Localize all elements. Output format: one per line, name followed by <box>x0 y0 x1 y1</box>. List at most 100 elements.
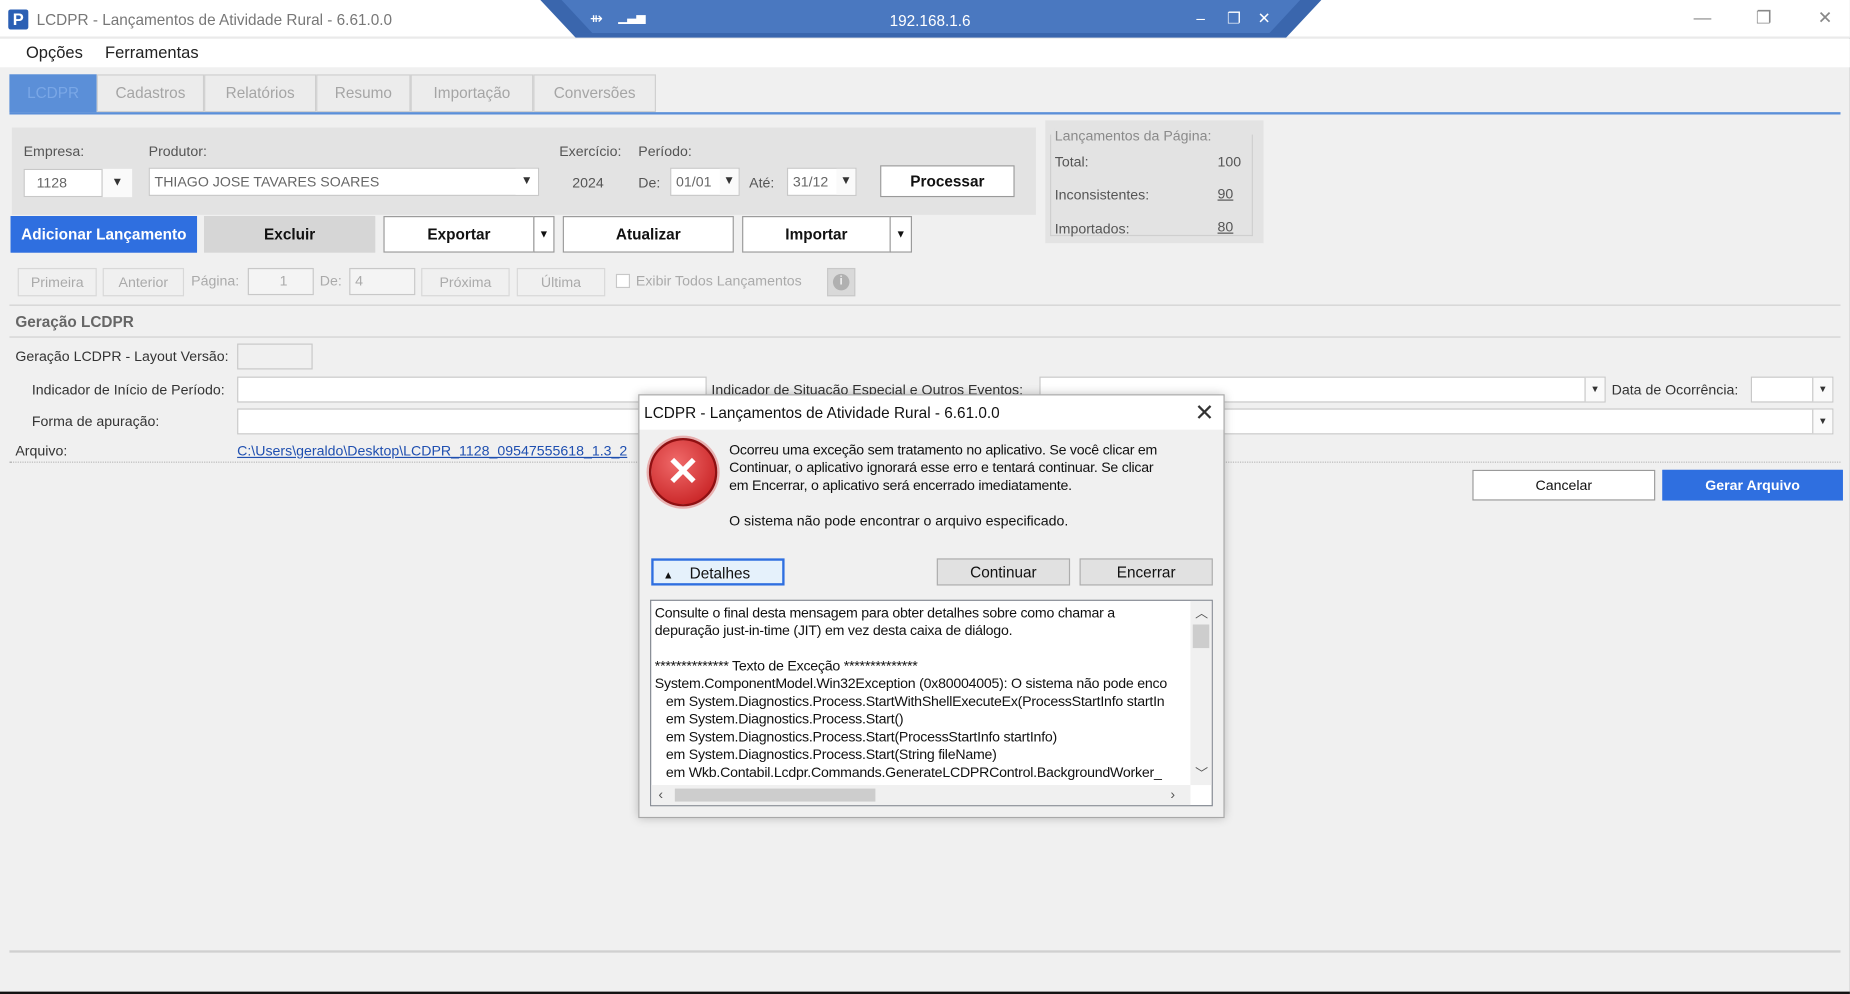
importados-label: Importados: <box>1054 220 1130 238</box>
close-icon[interactable]: ✕ <box>1807 6 1842 32</box>
app-logo-icon: P <box>8 9 29 30</box>
anterior-button[interactable]: Anterior <box>102 267 185 297</box>
indicador-inicio-label: Indicador de Início de Período: <box>31 381 225 398</box>
total-paginas-value: 4 <box>355 272 364 290</box>
scroll-right-icon[interactable]: › <box>1170 786 1175 803</box>
scroll-thumb[interactable] <box>1192 624 1210 649</box>
proxima-button[interactable]: Próxima <box>421 267 510 297</box>
exibir-todos-checkbox[interactable] <box>615 273 631 289</box>
vertical-scrollbar[interactable]: ︿ ﹀ <box>1190 600 1212 786</box>
tab-resumo[interactable]: Resumo <box>316 74 411 113</box>
pager-de-label: De: <box>319 272 342 290</box>
primeira-button[interactable]: Primeira <box>17 267 97 297</box>
continuar-button[interactable]: Continuar <box>936 558 1071 586</box>
produtor-select[interactable]: THIAGO JOSE TAVARES SOARES <box>148 167 540 196</box>
excluir-button[interactable]: Excluir <box>204 216 376 253</box>
cancelar-button[interactable]: Cancelar <box>1472 469 1656 501</box>
remote-restore-icon[interactable]: ❐ <box>1227 9 1241 28</box>
tab-relatorios[interactable]: Relatórios <box>204 74 317 113</box>
indicador-inicio-select[interactable] <box>237 376 707 403</box>
tab-lcdpr[interactable]: LCDPR <box>9 74 97 113</box>
dialog-title: LCDPR - Lançamentos de Atividade Rural -… <box>644 403 1000 422</box>
horizontal-scrollbar[interactable]: ‹ › <box>651 785 1191 806</box>
ate-label: Até: <box>749 174 775 192</box>
gerar-arquivo-button[interactable]: Gerar Arquivo <box>1662 469 1843 501</box>
menu-ferramentas[interactable]: Ferramentas <box>105 42 199 61</box>
tab-importacao[interactable]: Importação <box>410 74 534 113</box>
chevron-down-icon[interactable]: ▼ <box>1812 409 1833 434</box>
detail-line: System.ComponentModel.Win32Exception (0x… <box>654 675 1167 692</box>
total-label: Total: <box>1054 153 1089 170</box>
total-paginas-input: 4 <box>349 267 416 296</box>
importar-button[interactable]: Importar <box>742 216 891 253</box>
chevron-down-icon[interactable]: ▼ <box>836 168 856 195</box>
inconsistentes-label: Inconsistentes: <box>1054 186 1150 204</box>
dialog-close-icon[interactable]: ✕ <box>1192 398 1218 428</box>
layout-versao-label: Geração LCDPR - Layout Versão: <box>15 348 229 365</box>
chevron-down-icon[interactable]: ▼ <box>101 168 133 198</box>
chevron-down-icon[interactable]: ▼ <box>1584 377 1605 402</box>
message-line: Continuar, o aplicativo ignorará esse er… <box>729 459 1154 476</box>
detail-line: ************** Texto de Exceção ********… <box>654 657 918 675</box>
error-dialog: LCDPR - Lançamentos de Atividade Rural -… <box>638 394 1225 819</box>
encerrar-button[interactable]: Encerrar <box>1079 558 1213 586</box>
detail-line: depuração just-in-time (JIT) em vez dest… <box>654 622 1013 639</box>
exception-details-box[interactable]: Consulte o final desta mensagem para obt… <box>650 599 1213 807</box>
produtor-label: Produtor: <box>148 142 207 160</box>
detail-line: em System.Diagnostics.Process.Start(Proc… <box>654 728 1058 745</box>
remote-minimize-icon[interactable]: – <box>1196 9 1205 27</box>
exportar-dropdown-icon[interactable]: ▼ <box>533 216 555 253</box>
processar-button[interactable]: Processar <box>880 165 1015 198</box>
chevron-down-icon[interactable]: ▼ <box>1812 377 1833 402</box>
detail-line: em System.Diagnostics.Process.Start() <box>654 710 904 728</box>
empresa-label: Empresa: <box>23 142 85 160</box>
tab-conversoes[interactable]: Conversões <box>533 74 656 113</box>
caret-up-icon: ▲ <box>663 569 674 581</box>
tab-cadastros[interactable]: Cadastros <box>96 74 205 113</box>
tab-underline <box>9 112 1841 115</box>
importar-dropdown-icon[interactable]: ▼ <box>889 216 912 253</box>
chevron-down-icon[interactable]: ▼ <box>515 168 538 195</box>
remote-ip: 192.168.1.6 <box>889 11 971 30</box>
empresa-value: 1128 <box>36 174 68 192</box>
info-button[interactable]: i <box>827 267 856 297</box>
error-icon: ✕ <box>648 437 718 507</box>
pin-icon[interactable]: ⇻ <box>590 9 603 28</box>
scroll-left-icon[interactable]: ‹ <box>658 786 663 803</box>
arquivo-path-link[interactable]: C:\Users\geraldo\Desktop\LCDPR_1128_0954… <box>237 443 627 460</box>
h-scroll-thumb[interactable] <box>674 788 876 802</box>
detalhes-button[interactable]: ▲ Detalhes <box>651 558 785 586</box>
ultima-button[interactable]: Última <box>516 267 606 297</box>
dialog-title-bar: LCDPR - Lançamentos de Atividade Rural -… <box>639 395 1224 430</box>
forma-apuracao-label: Forma de apuração: <box>31 413 160 430</box>
scroll-up-icon[interactable]: ︿ <box>1195 603 1208 622</box>
restore-icon[interactable]: ❐ <box>1746 6 1781 32</box>
info-icon: i <box>832 273 850 291</box>
pagina-value: 1 <box>279 272 288 290</box>
exportar-button[interactable]: Exportar <box>383 216 535 253</box>
produtor-value: THIAGO JOSE TAVARES SOARES <box>154 173 380 191</box>
layout-versao-input[interactable] <box>237 343 313 370</box>
pagina-label: Página: <box>191 272 240 290</box>
exception-text: Consulte o final desta mensagem para obt… <box>651 601 1190 785</box>
adicionar-lancamento-button[interactable]: Adicionar Lançamento <box>10 216 198 253</box>
pagina-input[interactable]: 1 <box>247 267 314 296</box>
dialog-detail-message: O sistema não pode encontrar o arquivo e… <box>729 512 1069 529</box>
divider <box>9 336 1841 338</box>
menu-opcoes[interactable]: Opções <box>26 42 83 61</box>
periodo-label: Período: <box>638 142 692 160</box>
total-value: 100 <box>1217 153 1242 170</box>
app-window: P LCDPR - Lançamentos de Atividade Rural… <box>0 0 1850 994</box>
menu-bar: Opções Ferramentas <box>0 38 1850 68</box>
remote-close-icon[interactable]: ✕ <box>1258 9 1271 28</box>
inconsistentes-link[interactable]: 90 <box>1218 185 1234 202</box>
detalhes-label: Detalhes <box>689 564 751 582</box>
remote-connection-bar: ⇻ ▁▃▅ 192.168.1.6 – ❐ ✕ <box>540 0 1322 38</box>
scroll-down-icon[interactable]: ﹀ <box>1195 764 1208 783</box>
chevron-down-icon[interactable]: ▼ <box>719 168 739 195</box>
summary-title: Lançamentos da Página: <box>1054 127 1215 145</box>
minimize-icon[interactable]: — <box>1685 6 1720 32</box>
divider <box>9 304 1841 306</box>
atualizar-button[interactable]: Atualizar <box>562 216 734 253</box>
importados-link[interactable]: 80 <box>1218 218 1234 235</box>
